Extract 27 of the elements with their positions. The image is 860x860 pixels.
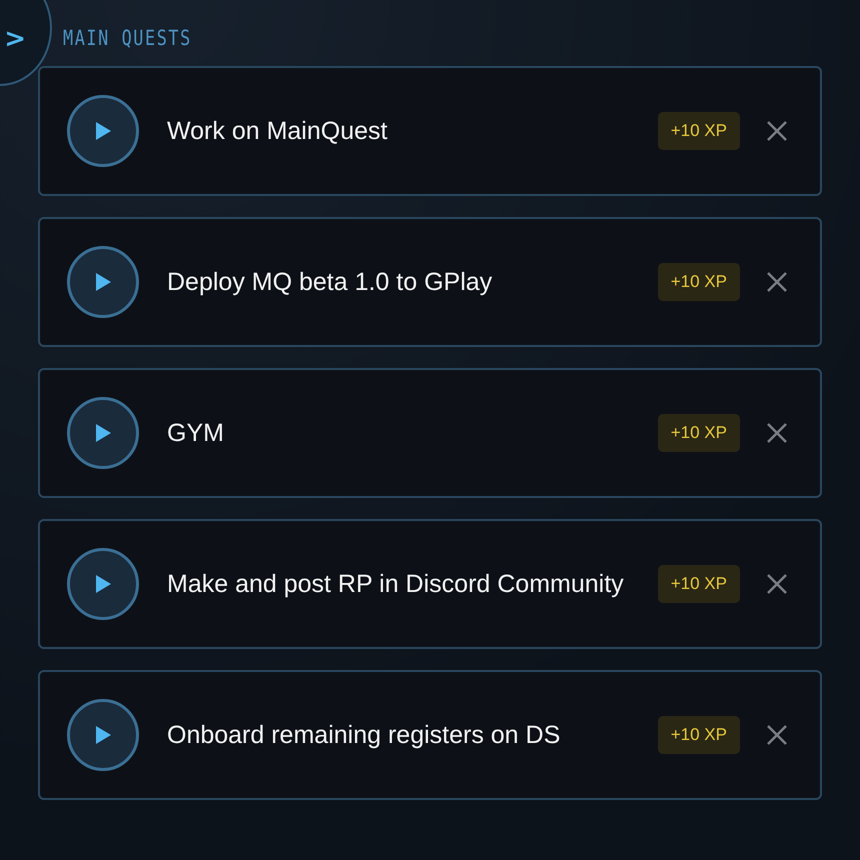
play-icon	[94, 423, 112, 443]
expand-button[interactable]: >	[0, 0, 52, 86]
xp-badge: +10 XP	[658, 112, 740, 150]
close-icon	[766, 724, 788, 746]
quest-title: Make and post RP in Discord Community	[167, 570, 625, 598]
play-icon	[94, 121, 112, 141]
close-button[interactable]	[766, 120, 788, 142]
close-button[interactable]	[766, 573, 788, 595]
xp-badge: +10 XP	[658, 414, 740, 452]
play-icon	[94, 272, 112, 292]
quest-title: Onboard remaining registers on DS	[167, 720, 562, 750]
play-icon	[94, 574, 112, 594]
quest-title: GYM	[167, 418, 225, 448]
close-icon	[766, 573, 788, 595]
quest-title: Work on MainQuest	[167, 116, 388, 146]
xp-badge: +10 XP	[658, 263, 740, 301]
close-button[interactable]	[766, 422, 788, 444]
close-button[interactable]	[766, 271, 788, 293]
close-button[interactable]	[766, 724, 788, 746]
close-icon	[766, 120, 788, 142]
close-icon	[766, 271, 788, 293]
xp-badge: +10 XP	[658, 716, 740, 754]
xp-badge: +10 XP	[658, 565, 740, 603]
play-icon	[94, 725, 112, 745]
section-title: MAIN QUESTS	[63, 26, 193, 52]
quest-title: Deploy MQ beta 1.0 to GPlay	[167, 268, 494, 296]
close-icon	[766, 422, 788, 444]
